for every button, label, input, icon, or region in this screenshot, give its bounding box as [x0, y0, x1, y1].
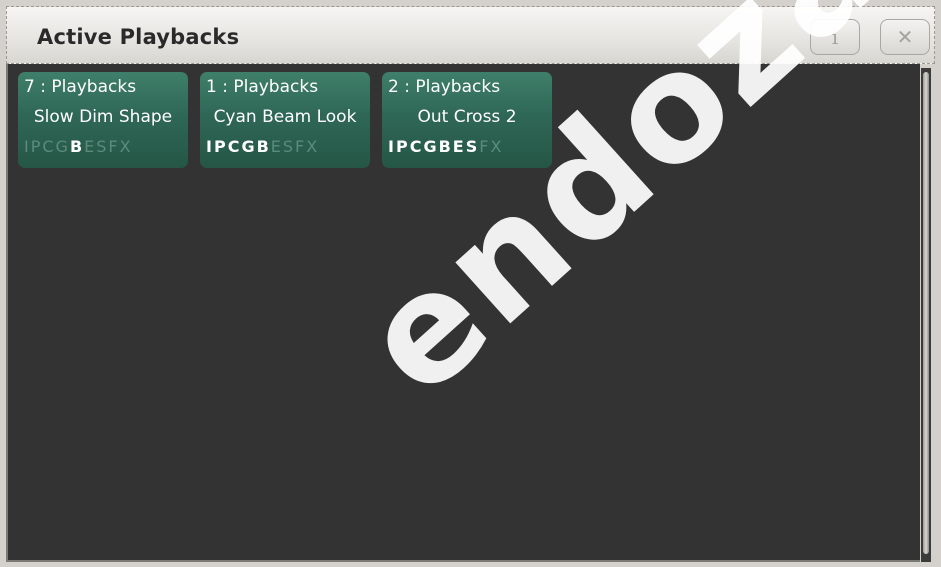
flag-b: B [69, 137, 85, 156]
flag-c: C [227, 137, 242, 156]
flag-s: S [96, 137, 109, 156]
playback-header: 1 : Playbacks [206, 77, 319, 97]
flag-p: P [213, 137, 228, 156]
flag-s: S [282, 137, 296, 156]
vertical-scrollbar[interactable] [921, 68, 931, 562]
flag-b: B [256, 137, 271, 156]
flag-e: E [452, 137, 466, 156]
flag-p: P [395, 137, 410, 156]
flag-fx: FX [108, 137, 133, 156]
info-icon: i [831, 25, 839, 49]
playback-tile[interactable]: 7 : Playbacks Slow Dim Shape IPCGBESFX [18, 72, 188, 168]
playback-flags: IPCGBESFX [24, 137, 133, 156]
window-title: Active Playbacks [37, 25, 240, 49]
flag-g: G [423, 137, 439, 156]
flag-s: S [465, 137, 480, 156]
title-bar[interactable]: Active Playbacks i ✕ [6, 6, 935, 64]
flag-p: P [30, 137, 43, 156]
close-button[interactable]: ✕ [880, 19, 930, 55]
playback-flags: IPCGBESFX [206, 137, 319, 156]
flag-b: B [438, 137, 453, 156]
active-playbacks-window: Active Playbacks i ✕ 7 : Playbacks Slow … [0, 0, 941, 567]
playback-header: 2 : Playbacks [388, 77, 501, 97]
playback-tile[interactable]: 1 : Playbacks Cyan Beam Look IPCGBESFX [200, 72, 370, 168]
flag-g: G [55, 137, 70, 156]
info-button[interactable]: i [810, 19, 860, 55]
flag-i: I [388, 137, 396, 156]
playback-flags: IPCGBESFX [388, 137, 503, 156]
flag-c: C [42, 137, 56, 156]
flag-e: E [84, 137, 97, 156]
flag-i: I [206, 137, 214, 156]
playback-name: Cyan Beam Look [213, 107, 357, 127]
playback-name: Slow Dim Shape [33, 107, 173, 127]
flag-c: C [409, 137, 424, 156]
flag-fx: FX [479, 137, 504, 156]
playback-tile[interactable]: 2 : Playbacks Out Cross 2 IPCGBESFX [382, 72, 552, 168]
playback-name: Out Cross 2 [417, 107, 517, 127]
flag-fx: FX [295, 137, 320, 156]
playback-header: 7 : Playbacks [24, 77, 137, 97]
flag-e: E [270, 137, 283, 156]
playbacks-panel: 7 : Playbacks Slow Dim Shape IPCGBESFX 1… [6, 64, 920, 562]
flag-g: G [241, 137, 257, 156]
scrollbar-thumb[interactable] [923, 72, 929, 554]
close-icon: ✕ [896, 25, 914, 49]
flag-i: I [24, 137, 31, 156]
